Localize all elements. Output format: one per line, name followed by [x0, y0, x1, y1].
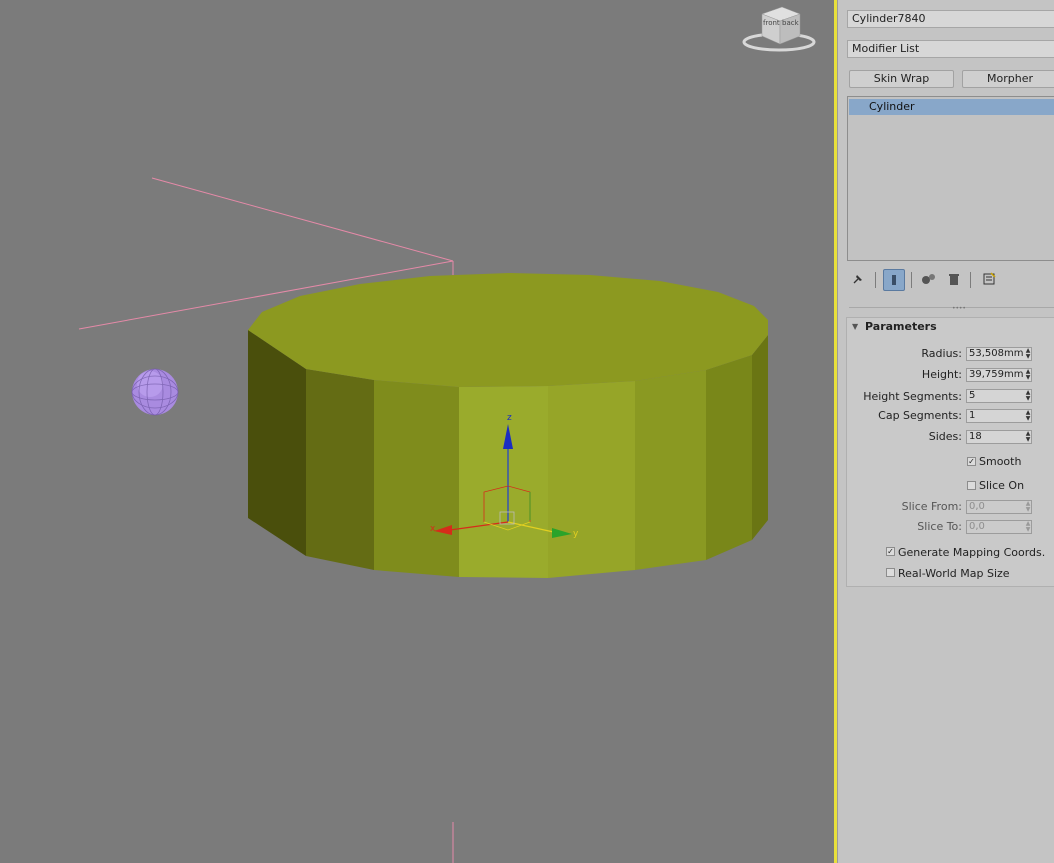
- smooth-checkbox[interactable]: ✓: [967, 457, 976, 466]
- configure-modifier-sets-icon[interactable]: [979, 269, 999, 289]
- sides-label: Sides:: [928, 430, 962, 443]
- height-segments-spinner-arrows-icon[interactable]: ▲ ▼: [1024, 390, 1032, 404]
- show-end-result-icon[interactable]: [883, 269, 905, 291]
- rollout-grip-icon[interactable]: • • • •: [952, 305, 968, 312]
- object-name-field[interactable]: Cylinder7840: [847, 10, 1054, 28]
- cap-segments-spinner-arrows-icon[interactable]: ▲ ▼: [1024, 410, 1032, 424]
- radius-label: Radius:: [921, 347, 962, 360]
- real-world-map-size-checkbox[interactable]: [886, 568, 895, 577]
- height-spinner[interactable]: 39,759mm: [966, 368, 1032, 382]
- generate-mapping-coords-checkbox[interactable]: ✓: [886, 547, 895, 556]
- toolbar-separator: [970, 272, 971, 288]
- viewcube-back-label: back: [782, 19, 799, 27]
- cylinder-side-face: [548, 381, 635, 578]
- radius-spinner-arrows-icon[interactable]: ▲ ▼: [1024, 348, 1032, 362]
- pin-stack-icon[interactable]: [848, 269, 868, 289]
- make-unique-icon[interactable]: [919, 269, 939, 289]
- gizmo-z-label: z: [507, 413, 512, 423]
- sides-spinner-arrows-icon[interactable]: ▲ ▼: [1024, 431, 1032, 445]
- cap-segments-spinner[interactable]: 1: [966, 409, 1032, 423]
- smooth-label: Smooth: [979, 455, 1022, 468]
- height-spinner-arrows-icon[interactable]: ▲ ▼: [1024, 369, 1032, 383]
- real-world-map-size-label: Real-World Map Size: [898, 567, 1010, 580]
- height-segments-label: Height Segments:: [863, 390, 962, 403]
- height-label: Height:: [921, 368, 962, 381]
- modifier-stack[interactable]: Cylinder: [847, 96, 1054, 261]
- sides-spinner[interactable]: 18: [966, 430, 1032, 444]
- collapse-arrow-icon[interactable]: ▼: [852, 322, 858, 331]
- viewcube-front-label: front: [763, 19, 780, 27]
- scene-canvas[interactable]: [0, 0, 834, 863]
- height-segments-spinner[interactable]: 5: [966, 389, 1032, 403]
- skin-wrap-button[interactable]: Skin Wrap: [849, 70, 954, 88]
- modifier-list-dropdown[interactable]: Modifier List: [847, 40, 1054, 58]
- stack-item-cylinder[interactable]: Cylinder: [849, 99, 1054, 115]
- gizmo-x-label: x: [430, 524, 436, 534]
- toolbar-separator: [911, 272, 912, 288]
- slice-from-spinner[interactable]: 0,0: [966, 500, 1032, 514]
- cylinder-side-face: [706, 355, 752, 560]
- cylinder-side-face: [248, 330, 306, 556]
- cylinder-side-face: [306, 369, 374, 570]
- generate-mapping-coords-label: Generate Mapping Coords.: [898, 546, 1046, 559]
- cap-segments-label: Cap Segments:: [878, 409, 962, 422]
- command-panel-modify: Cylinder7840 Modifier List Skin Wrap Mor…: [837, 0, 1054, 863]
- cylinder-top-cap: [248, 273, 768, 387]
- slice-to-label: Slice To:: [917, 520, 962, 533]
- perspective-viewport[interactable]: x y z front back: [0, 0, 834, 863]
- slice-to-spinner[interactable]: 0,0: [966, 520, 1032, 534]
- cylinder-side-face: [752, 335, 768, 540]
- morpher-button[interactable]: Morpher: [962, 70, 1054, 88]
- radius-spinner[interactable]: 53,508mm: [966, 347, 1032, 361]
- gizmo-y-label: y: [573, 529, 579, 539]
- viewcube[interactable]: front back: [742, 2, 818, 52]
- slice-to-spinner-arrows-icon[interactable]: ▲ ▼: [1024, 521, 1032, 535]
- cylinder-side-face: [374, 380, 459, 577]
- slice-on-label: Slice On: [979, 479, 1025, 492]
- slice-on-checkbox[interactable]: [967, 481, 976, 490]
- viewcube-icon: [742, 6, 816, 52]
- toolbar-separator: [875, 272, 876, 288]
- cylinder-side-face: [635, 370, 706, 570]
- cylinder-side-face: [459, 386, 548, 578]
- parameters-rollout-title[interactable]: Parameters: [865, 320, 937, 333]
- sphere-object[interactable]: [131, 368, 179, 416]
- remove-modifier-trash-icon[interactable]: [944, 269, 964, 289]
- slice-from-spinner-arrows-icon[interactable]: ▲ ▼: [1024, 501, 1032, 515]
- slice-from-label: Slice From:: [901, 500, 962, 513]
